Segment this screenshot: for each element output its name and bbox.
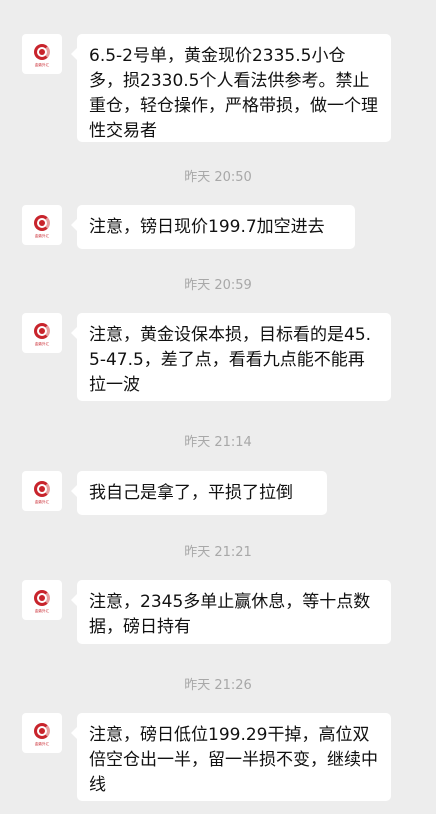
message-timestamp: 昨天 21:14: [184, 435, 252, 450]
sender-avatar[interactable]: 金鼎外汇: [22, 34, 62, 74]
sender-avatar[interactable]: 金鼎外汇: [22, 205, 62, 245]
brand-logo-text: 金鼎外汇: [34, 340, 50, 346]
brand-logo-icon: [34, 589, 50, 606]
brand-logo-text: 金鼎外汇: [34, 498, 50, 504]
sender-avatar[interactable]: 金鼎外汇: [22, 580, 62, 620]
message-bubble[interactable]: 注意，镑日现价199.7加空进去: [71, 205, 355, 249]
message-bubble[interactable]: 注意，磅日低位199.29干掉，高位双倍空仓出一半，留一半损不变，继续中线: [71, 713, 391, 801]
brand-logo-text: 金鼎外汇: [34, 61, 50, 67]
brand-logo-text: 金鼎外汇: [34, 740, 50, 746]
message-timestamp: 昨天 20:59: [184, 278, 252, 293]
brand-logo-icon: [34, 722, 50, 739]
message-timestamp: 昨天 21:26: [184, 678, 252, 693]
message-bubble[interactable]: 我自己是拿了，平损了拉倒: [71, 471, 327, 515]
message-bubble[interactable]: 注意，黄金设保本损，目标看的是45.5-47.5，差了点，看看九点能不能再拉一波: [71, 313, 391, 401]
chat-message-list[interactable]: 金鼎外汇 6.5-2号单，黄金现价2335.5小仓多，损2330.5个人看法供参…: [0, 0, 436, 814]
sender-avatar[interactable]: 金鼎外汇: [22, 471, 62, 511]
message-bubble[interactable]: 注意，2345多单止赢休息，等十点数据，磅日持有: [71, 580, 391, 644]
message-timestamp: 昨天 21:21: [184, 545, 252, 560]
sender-avatar[interactable]: 金鼎外汇: [22, 713, 62, 753]
sender-avatar[interactable]: 金鼎外汇: [22, 313, 62, 353]
message-timestamp: 昨天 20:50: [184, 170, 252, 185]
brand-logo-icon: [34, 214, 50, 231]
message-bubble[interactable]: 6.5-2号单，黄金现价2335.5小仓多，损2330.5个人看法供参考。禁止重…: [71, 34, 391, 142]
brand-logo-icon: [34, 480, 50, 497]
brand-logo-icon: [34, 43, 50, 60]
brand-logo-icon: [34, 322, 50, 339]
brand-logo-text: 金鼎外汇: [34, 232, 50, 238]
brand-logo-text: 金鼎外汇: [34, 607, 50, 613]
